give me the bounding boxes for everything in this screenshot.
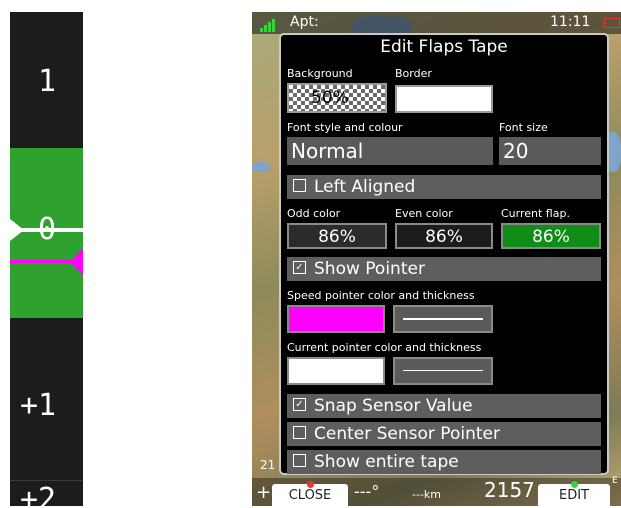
close-button-label: CLOSE — [288, 488, 332, 503]
current-flap-color-button[interactable]: 86% — [501, 223, 601, 249]
show-pointer-checkbox[interactable]: Show Pointer — [287, 257, 601, 281]
show-entire-tape-checkbox-icon — [293, 453, 306, 467]
background-label: Background — [287, 67, 353, 80]
snap-sensor-label: Snap Sensor Value — [314, 396, 473, 416]
center-sensor-label: Center Sensor Pointer — [314, 424, 500, 444]
edit-indicator-icon — [571, 481, 578, 488]
font-size-label: Font size — [499, 121, 548, 134]
odd-color-value: 86% — [318, 227, 356, 247]
airport-label: Apt: — [290, 14, 319, 30]
left-aligned-label: Left Aligned — [314, 177, 416, 197]
odd-color-button[interactable]: 86% — [287, 223, 387, 249]
map-lake — [252, 162, 270, 172]
signal-strength-icon — [260, 16, 276, 32]
tape-divider — [10, 480, 83, 481]
odd-color-label: Odd color — [287, 207, 341, 220]
even-color-button[interactable]: 86% — [395, 223, 493, 249]
tape-label-lower: +1 — [20, 388, 57, 423]
left-aligned-checkbox[interactable]: Left Aligned — [287, 175, 601, 199]
bottom-left-digits: 21 — [260, 458, 276, 472]
close-button[interactable]: CLOSE — [272, 481, 348, 508]
even-color-value: 86% — [425, 227, 463, 247]
show-entire-tape-checkbox[interactable]: Show entire tape — [287, 450, 601, 474]
altitude-readout: 2157 — [484, 478, 535, 502]
tape-label-upper: 1 — [38, 64, 57, 99]
font-style-selector[interactable]: Normal — [287, 137, 493, 165]
snap-sensor-checkbox-icon — [293, 397, 306, 411]
speed-pointer-icon — [10, 248, 83, 275]
heading-readout: ---° — [354, 482, 380, 501]
bottom-right-letter: E — [612, 476, 618, 486]
speed-pointer-color-button[interactable] — [287, 305, 385, 333]
dialog-title: Edit Flaps Tape — [380, 37, 508, 57]
even-color-label: Even color — [395, 207, 453, 220]
bottom-left-symbol: + — [256, 482, 272, 503]
background-transparency-button[interactable]: 50% — [287, 83, 387, 113]
close-indicator-icon — [307, 481, 314, 488]
tape-label-bottom: +2 — [20, 482, 57, 506]
current-pointer-color-button[interactable] — [287, 357, 385, 385]
edit-flaps-tape-dialog: Edit Flaps Tape Background Border 50% Fo… — [279, 33, 609, 475]
font-size-field[interactable]: 20 — [499, 137, 601, 165]
speed-pointer-label: Speed pointer color and thickness — [287, 289, 475, 302]
clock: 11:11 — [550, 14, 591, 30]
left-aligned-checkbox-icon — [293, 178, 306, 192]
current-pointer-thickness-button[interactable] — [393, 357, 493, 385]
current-flap-label: Current flap. — [501, 207, 570, 220]
show-pointer-checkbox-icon — [293, 260, 306, 274]
center-sensor-checkbox-icon — [293, 425, 306, 439]
border-color-button[interactable] — [395, 85, 493, 113]
battery-icon — [604, 18, 620, 28]
current-pointer-label: Current pointer color and thickness — [287, 341, 482, 354]
border-label: Border — [395, 67, 432, 80]
show-entire-tape-label: Show entire tape — [314, 452, 459, 472]
center-sensor-checkbox[interactable]: Center Sensor Pointer — [287, 422, 601, 446]
tape-label-current: 0 — [38, 212, 57, 247]
font-style-label: Font style and colour — [287, 121, 403, 134]
distance-readout: ---km — [412, 488, 441, 501]
speed-pointer-thickness-button[interactable] — [393, 305, 493, 333]
background-value: 50% — [311, 88, 349, 108]
edit-button-label: EDIT — [559, 488, 589, 503]
current-flap-color-value: 86% — [532, 227, 570, 247]
snap-sensor-checkbox[interactable]: Snap Sensor Value — [287, 394, 601, 418]
status-bar: Apt: 11:11 — [252, 12, 621, 34]
show-pointer-label: Show Pointer — [314, 259, 425, 279]
flaps-tape-preview: 1 0 +1 +2 — [10, 12, 83, 506]
edit-button[interactable]: EDIT — [538, 481, 610, 508]
bottom-bar: 21 + CLOSE ---° ---km 2157 EDIT E — [252, 458, 621, 508]
